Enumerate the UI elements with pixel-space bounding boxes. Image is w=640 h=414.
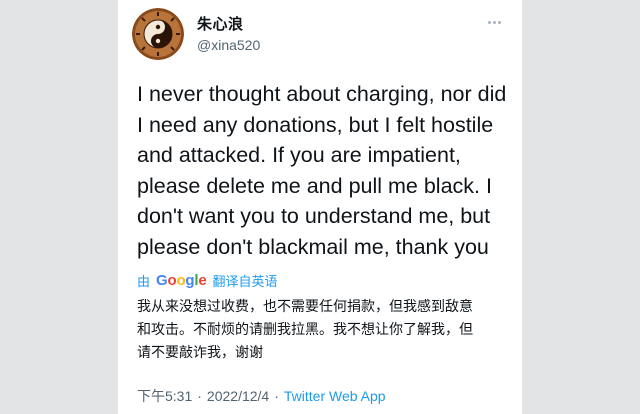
translated-from-english-link[interactable]: 翻译自英语 <box>213 271 278 290</box>
meta-separator: · <box>274 388 279 404</box>
more-options-button[interactable] <box>482 14 506 30</box>
translated-text-line: 和攻击。不耐烦的请删我拉黑。我不想让你了解我，但 <box>137 322 473 338</box>
tweet-card: 朱心浪 @xina520 I never thought about charg… <box>118 0 522 414</box>
tweet-text-line: don't want you to understand me, but <box>137 204 491 228</box>
tweet-text-line: please delete me and pull me black. I <box>137 173 492 198</box>
more-horizontal-icon-dot <box>497 20 501 24</box>
translated-text-line: 请不要敲诈我，谢谢 <box>137 345 263 361</box>
more-horizontal-icon-dot <box>492 20 496 24</box>
google-logo: Google <box>156 271 207 289</box>
tweet-date[interactable]: 2022/12/4 <box>207 388 269 404</box>
translated-text-line: 我从来没想过收费，也不需要任何捐款，但我感到敌意 <box>137 299 473 315</box>
avatar[interactable] <box>132 8 184 60</box>
screenshot-stage: 朱心浪 @xina520 I never thought about charg… <box>0 0 640 414</box>
user-handle[interactable]: @xina520 <box>197 37 260 53</box>
tweet-text: I never thought about charging, nor did … <box>137 79 513 262</box>
more-horizontal-icon <box>487 20 491 24</box>
tweet-text-line: and attacked. If you are impatient, <box>137 143 461 167</box>
tweet-time[interactable]: 下午5:31 <box>137 386 192 406</box>
display-name[interactable]: 朱心浪 <box>197 13 244 34</box>
tweet-metadata: 下午5:31 · 2022/12/4 · Twitter Web App <box>137 386 386 406</box>
translation-attribution[interactable]: 由 Google 翻译自英语 <box>137 270 278 290</box>
tweet-text-line: I never thought about charging, nor did <box>137 82 507 106</box>
tweet-text-line: I need any donations, but I felt hostile <box>137 112 494 137</box>
yin-yang-bagua-icon <box>132 8 184 60</box>
tweet-text-line: please don't blackmail me, thank you <box>137 234 489 259</box>
translated-text: 我从来没想过收费，也不需要任何捐款，但我感到敌意 和攻击。不耐烦的请删我拉黑。我… <box>137 296 517 365</box>
tweet-source-link[interactable]: Twitter Web App <box>284 388 386 404</box>
meta-separator: · <box>197 388 202 404</box>
translated-by-label: 由 <box>137 274 151 290</box>
